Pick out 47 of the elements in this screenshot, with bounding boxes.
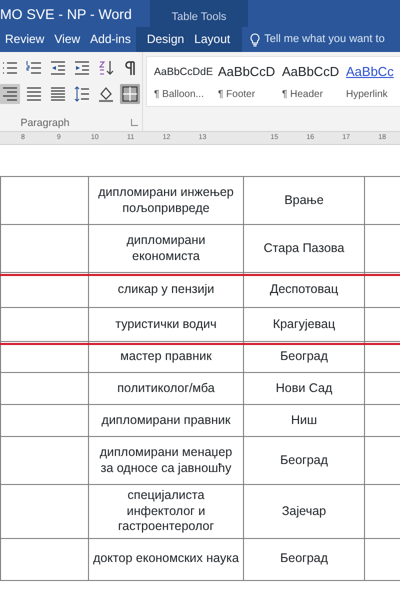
align-right-button[interactable] xyxy=(0,84,20,104)
table-cell: специјалиста инфектолог и гастроентеролог xyxy=(88,484,244,538)
style-gallery-item[interactable]: AaBbCcDdE ¶ Balloon... xyxy=(147,57,211,106)
table-cell: Зајечар xyxy=(244,484,364,538)
table-cell: Ниш xyxy=(244,404,364,436)
shading-icon xyxy=(97,85,115,103)
table-cell: дипломирани економиста xyxy=(88,224,244,272)
lightbulb-icon xyxy=(250,32,260,46)
align-distributed-icon xyxy=(49,85,67,103)
table-cell: сликар у пензији xyxy=(88,272,244,308)
ribbon-tab[interactable]: View xyxy=(49,27,86,52)
style-gallery-item[interactable]: AaBbCc Hyperlink xyxy=(339,57,400,106)
tell-me-field[interactable]: Tell me what you want to xyxy=(250,31,385,48)
table-cell: дипломирани менаџер за односе са јавношћу xyxy=(88,436,244,484)
context-tab-group-label: Table Tools xyxy=(150,0,248,27)
outdent-icon xyxy=(49,59,67,77)
line-spacing-button[interactable] xyxy=(72,84,92,104)
window-title: MO SVE - NP - Word xyxy=(0,5,133,24)
align-justify-icon xyxy=(25,85,43,103)
indent-icon xyxy=(73,59,91,77)
table-cell: дипломирани инжењер пољопривреде xyxy=(88,176,244,224)
table-cell: доктор економских наука xyxy=(88,538,244,580)
align-right-icon xyxy=(1,85,19,103)
table-cell: Деспотовац xyxy=(244,272,364,308)
table-cell: мастер правник xyxy=(88,342,244,372)
table-cell: политиколог/мба xyxy=(88,372,244,404)
sort-icon xyxy=(97,59,115,77)
table-cell: Београд xyxy=(244,342,364,372)
borders-icon xyxy=(121,85,139,103)
style-gallery-item[interactable]: AaBbCcD ¶ Header xyxy=(275,57,339,106)
table-cell: Београд xyxy=(244,436,364,484)
group-label: Paragraph xyxy=(19,116,71,131)
dialog-launcher-icon[interactable] xyxy=(131,119,138,126)
table-cell: туристички водич xyxy=(88,308,244,342)
table-cell: Врање xyxy=(244,176,364,224)
table-cell: Стара Пазова xyxy=(244,224,364,272)
table-cell: дипломирани правник xyxy=(88,404,244,436)
style-gallery-item[interactable]: AaBbCcD ¶ Footer xyxy=(211,57,275,106)
table-cell: Нови Сад xyxy=(244,372,364,404)
borders-button[interactable] xyxy=(120,84,140,104)
table-cell: Београд xyxy=(244,538,364,580)
ribbon-tab[interactable]: Layout xyxy=(189,27,242,52)
ribbon-tab[interactable]: Design xyxy=(136,27,190,52)
ribbon-tab[interactable]: Review xyxy=(0,27,50,52)
table-cell: Крагујевац xyxy=(244,308,364,342)
ribbon-tab[interactable]: Add-ins xyxy=(85,27,136,52)
line-spacing-icon xyxy=(73,85,91,103)
